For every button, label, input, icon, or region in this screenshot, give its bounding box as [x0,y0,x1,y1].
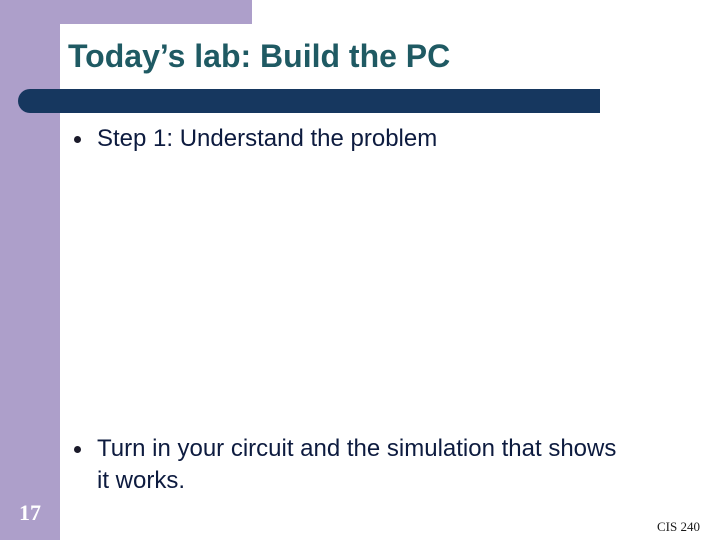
left-decor-band [0,0,60,540]
bullet-item: Step 1: Understand the problem [70,123,630,155]
title-underline-bar [18,89,600,113]
bullet-text: Step 1: Understand the problem [97,125,438,152]
top-decor-band [60,0,252,24]
bullet-item: Turn in your circuit and the simulation … [70,433,630,497]
footer-course-label: CIS 240 [657,519,700,534]
slide-number: 17 [19,500,41,525]
bullet-text: Turn in your circuit and the simulation … [97,435,617,494]
bullet-dot-icon [74,136,81,143]
slide-title: Today’s lab: Build the PC [68,38,451,74]
bullet-dot-icon [74,446,81,453]
